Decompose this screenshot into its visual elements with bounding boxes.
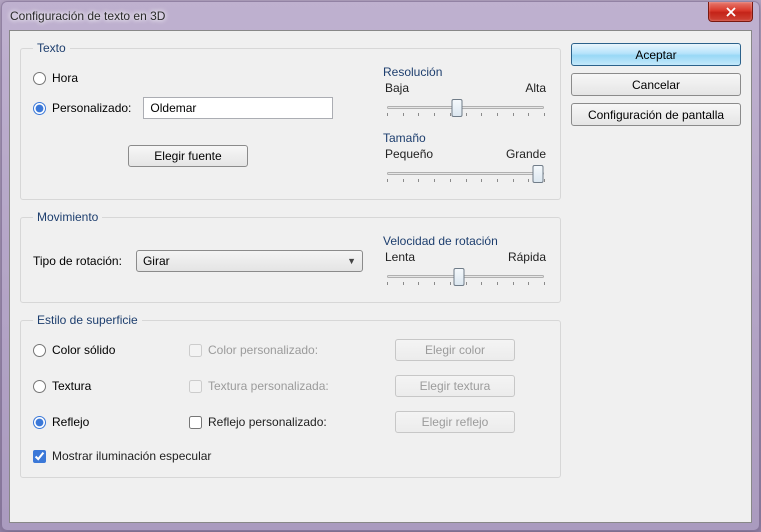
surface-group: Estilo de superficie Color sólido Color …	[20, 313, 561, 478]
dialog-window: Configuración de texto en 3D Texto Hora	[1, 1, 760, 531]
size-small-label: Pequeño	[385, 147, 433, 161]
chk-custom-texture-row: Textura personalizada:	[189, 379, 379, 393]
resolution-slider-group: Resolución Baja Alta	[383, 65, 548, 119]
choose-color-button: Elegir color	[395, 339, 515, 361]
resolution-high-label: Alta	[525, 81, 546, 95]
accept-button[interactable]: Aceptar	[571, 43, 741, 66]
radio-solid-row[interactable]: Color sólido	[33, 343, 183, 357]
radio-texture-label: Textura	[52, 379, 91, 393]
speed-slow-label: Lenta	[385, 250, 415, 264]
radio-solid-label: Color sólido	[52, 343, 115, 357]
choose-texture-button: Elegir textura	[395, 375, 515, 397]
window-title: Configuración de texto en 3D	[10, 9, 165, 23]
resolution-title: Resolución	[383, 65, 548, 79]
speed-slider[interactable]	[383, 266, 548, 288]
size-slider-group: Tamaño Pequeño Grande	[383, 131, 548, 185]
radio-custom-row[interactable]: Personalizado:	[33, 97, 363, 119]
radio-time-row[interactable]: Hora	[33, 71, 363, 85]
chk-specular-label: Mostrar iluminación especular	[52, 449, 211, 463]
rotation-type-value: Girar	[143, 254, 170, 268]
chk-specular-row[interactable]: Mostrar iluminación especular	[33, 449, 545, 463]
text-group: Texto Hora Personalizado: El	[20, 41, 561, 200]
chk-custom-color	[189, 344, 202, 357]
resolution-slider[interactable]	[383, 97, 548, 119]
motion-legend: Movimiento	[33, 210, 102, 224]
speed-fast-label: Rápida	[508, 250, 546, 264]
radio-reflect-row[interactable]: Reflejo	[33, 415, 183, 429]
display-settings-button[interactable]: Configuración de pantalla	[571, 103, 741, 126]
titlebar[interactable]: Configuración de texto en 3D	[2, 2, 759, 30]
chk-specular[interactable]	[33, 450, 46, 463]
custom-text-input[interactable]	[143, 97, 333, 119]
cancel-button[interactable]: Cancelar	[571, 73, 741, 96]
motion-group: Movimiento Tipo de rotación: Girar ▼ Vel…	[20, 210, 561, 303]
radio-solid[interactable]	[33, 344, 46, 357]
resolution-low-label: Baja	[385, 81, 409, 95]
client-area: Texto Hora Personalizado: El	[9, 30, 752, 523]
radio-custom-label: Personalizado:	[52, 101, 131, 115]
choose-font-button[interactable]: Elegir fuente	[128, 145, 248, 167]
resolution-thumb[interactable]	[452, 99, 463, 117]
left-column: Texto Hora Personalizado: El	[20, 41, 561, 512]
size-thumb[interactable]	[533, 165, 544, 183]
radio-reflect[interactable]	[33, 416, 46, 429]
close-button[interactable]	[708, 2, 753, 22]
size-large-label: Grande	[506, 147, 546, 161]
chk-custom-reflect[interactable]	[189, 416, 202, 429]
text-legend: Texto	[33, 41, 70, 55]
chk-custom-reflect-row[interactable]: Reflejo personalizado:	[189, 415, 379, 429]
chk-custom-color-row: Color personalizado:	[189, 343, 379, 357]
radio-reflect-label: Reflejo	[52, 415, 89, 429]
radio-time[interactable]	[33, 72, 46, 85]
chk-custom-color-label: Color personalizado:	[208, 343, 318, 357]
choose-reflect-button: Elegir reflejo	[395, 411, 515, 433]
chk-custom-texture	[189, 380, 202, 393]
chk-custom-reflect-label: Reflejo personalizado:	[208, 415, 327, 429]
size-slider[interactable]	[383, 163, 548, 185]
surface-legend: Estilo de superficie	[33, 313, 142, 327]
radio-texture-row[interactable]: Textura	[33, 379, 183, 393]
close-icon	[725, 7, 737, 17]
chk-custom-texture-label: Textura personalizada:	[208, 379, 329, 393]
speed-thumb[interactable]	[453, 268, 464, 286]
radio-time-label: Hora	[52, 71, 78, 85]
radio-custom[interactable]	[33, 102, 46, 115]
size-title: Tamaño	[383, 131, 548, 145]
right-column: Aceptar Cancelar Configuración de pantal…	[571, 41, 741, 512]
rotation-type-select[interactable]: Girar ▼	[136, 250, 363, 272]
speed-title: Velocidad de rotación	[383, 234, 548, 248]
rotation-type-label: Tipo de rotación:	[33, 254, 122, 268]
radio-texture[interactable]	[33, 380, 46, 393]
chevron-down-icon: ▼	[347, 256, 356, 266]
